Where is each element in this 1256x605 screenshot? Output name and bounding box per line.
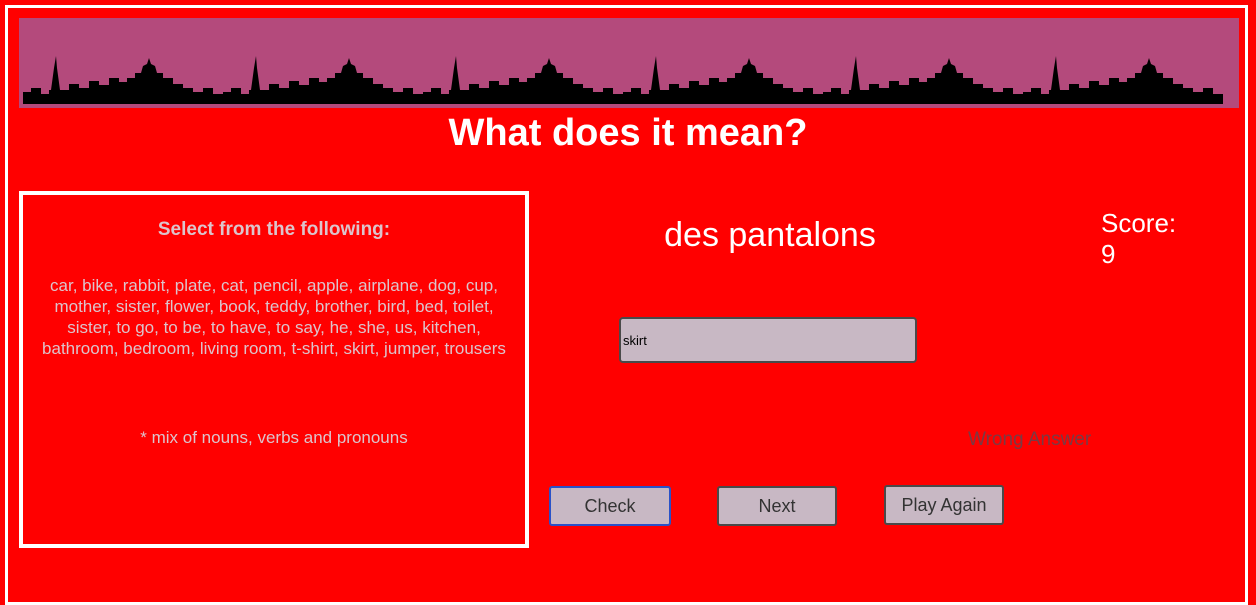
word-list: car, bike, rabbit, plate, cat, pencil, a… xyxy=(42,276,506,358)
score-value: 9 xyxy=(1101,239,1116,269)
word-list-note: * mix of nouns, verbs and pronouns xyxy=(140,428,408,447)
word-list-heading: Select from the following: xyxy=(157,219,391,240)
score-label: Score: xyxy=(1101,208,1177,238)
word-list-panel: Select from the following: car, bike, ra… xyxy=(19,191,529,548)
check-button[interactable]: Check xyxy=(549,486,671,526)
next-button[interactable]: Next xyxy=(717,486,837,526)
paris-skyline-icon xyxy=(23,56,1223,104)
page-title: What does it mean? xyxy=(448,112,808,154)
score-display: Score: 9 xyxy=(1101,208,1211,270)
feedback-message: Wrong Answer xyxy=(968,429,1092,450)
skyline-ground xyxy=(23,100,1223,104)
french-word-prompt: des pantalons xyxy=(664,216,876,254)
skyline-silhouette xyxy=(23,56,1223,102)
answer-input[interactable] xyxy=(619,317,917,363)
skyline-banner xyxy=(19,18,1239,108)
play-again-button[interactable]: Play Again xyxy=(884,485,1004,525)
